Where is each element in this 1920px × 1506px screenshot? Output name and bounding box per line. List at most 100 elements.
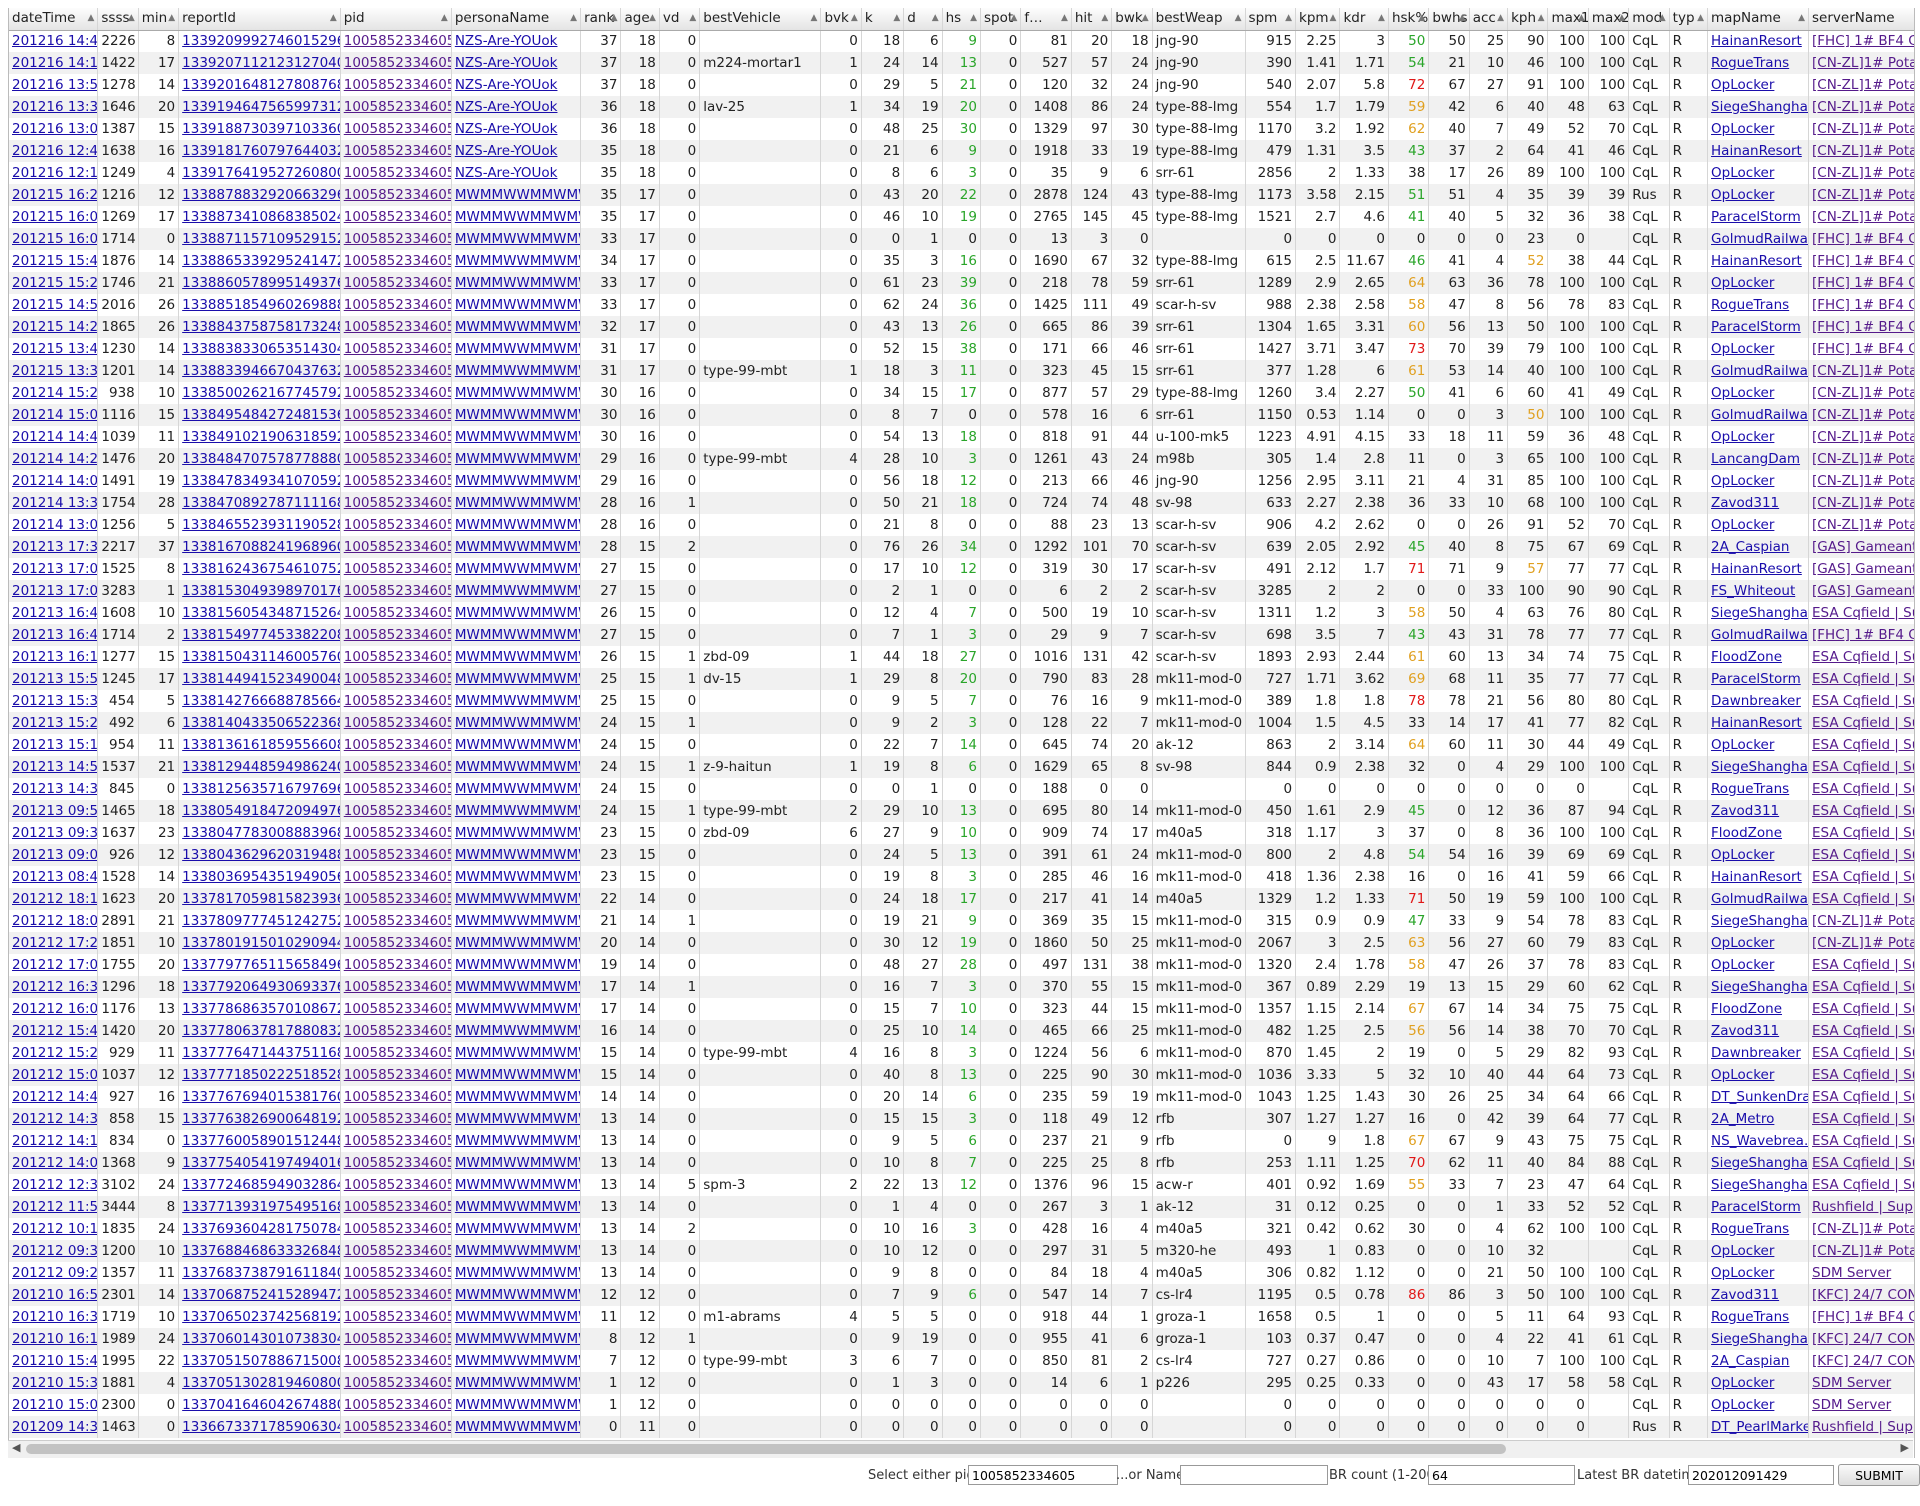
table-link[interactable]: 1337693604281750784 bbox=[182, 1221, 339, 1237]
table-link[interactable]: 201215 15:47 bbox=[12, 253, 97, 269]
table-link[interactable]: RogueTrans bbox=[1711, 297, 1789, 313]
table-link[interactable]: 1337792064930693376 bbox=[182, 979, 339, 995]
table-link[interactable]: 1336673371785906304 bbox=[182, 1419, 339, 1435]
table-link[interactable]: GolmudRailway bbox=[1711, 231, 1807, 247]
table-link[interactable]: 1337051302819460800 bbox=[182, 1375, 339, 1391]
table-link[interactable]: 201214 15:04 bbox=[12, 407, 97, 423]
table-link[interactable]: MWMMWWMMWMW bbox=[455, 297, 580, 313]
table-link[interactable]: 1005852334605 bbox=[344, 1419, 451, 1435]
table-link[interactable]: SiegeShanghai bbox=[1711, 1331, 1807, 1347]
table-link[interactable]: 1005852334605 bbox=[344, 781, 451, 797]
table-link[interactable]: MWMMWWMMWMW bbox=[455, 759, 580, 775]
table-link[interactable]: [FHC] 1# BF4 QQqun299271 bbox=[1812, 341, 1914, 357]
table-link[interactable]: 201213 14:57 bbox=[12, 759, 97, 775]
table-link[interactable]: ESA Cqfield | Supported by D bbox=[1812, 1133, 1914, 1149]
table-link[interactable]: MWMMWWMMWMW bbox=[455, 1309, 580, 1325]
table-link[interactable]: 1338142766688785664 bbox=[182, 693, 339, 709]
table-link[interactable]: 201212 18:17 bbox=[12, 891, 97, 907]
table-link[interactable]: 1337051507886715008 bbox=[182, 1353, 339, 1369]
table-link[interactable]: NZS-Are-YOUok bbox=[455, 77, 558, 93]
table-link[interactable]: OpLocker bbox=[1711, 429, 1774, 445]
table-link[interactable]: 1338047783008883968 bbox=[182, 825, 339, 841]
sort-arrow-icon[interactable]: ▲ bbox=[689, 8, 696, 29]
table-link[interactable]: [CN-ZL]1# Potato field&Frie bbox=[1812, 407, 1914, 423]
table-link[interactable]: MWMMWWMMWMW bbox=[455, 385, 580, 401]
table-link[interactable]: [CN-ZL]1# Potato field&Frie bbox=[1812, 165, 1914, 181]
sort-arrow-icon[interactable]: ▲ bbox=[1330, 8, 1337, 29]
sort-arrow-icon[interactable]: ▲ bbox=[1061, 8, 1068, 29]
table-link[interactable]: SiegeShanghai bbox=[1711, 1155, 1807, 1171]
table-link[interactable]: [CN-ZL]1# Potato field&Frie bbox=[1812, 1221, 1914, 1237]
table-link[interactable]: 1005852334605 bbox=[344, 55, 451, 71]
table-link[interactable]: [CN-ZL]1# Potato field&Frie bbox=[1812, 99, 1914, 115]
sort-arrow-icon[interactable]: ▲ bbox=[1101, 8, 1108, 29]
table-link[interactable]: MWMMWWMMWMW bbox=[455, 1155, 580, 1171]
table-link[interactable]: ESA Cqfield | Supported by D bbox=[1812, 891, 1914, 907]
table-link[interactable]: 1338484707578778880 bbox=[182, 451, 339, 467]
table-link[interactable]: 1005852334605 bbox=[344, 451, 451, 467]
table-link[interactable]: 1005852334605 bbox=[344, 605, 451, 621]
table-link[interactable]: 201212 14:02 bbox=[12, 1155, 97, 1171]
table-link[interactable]: 1339176419527260800 bbox=[182, 165, 339, 181]
table-link[interactable]: 201213 17:00 bbox=[12, 583, 97, 599]
table-link[interactable]: 1005852334605 bbox=[344, 671, 451, 687]
table-link[interactable]: FloodZone bbox=[1711, 825, 1782, 841]
table-link[interactable]: 201215 16:07 bbox=[12, 231, 97, 247]
table-link[interactable]: OpLocker bbox=[1711, 1397, 1774, 1413]
table-link[interactable]: 2A_Caspian bbox=[1711, 539, 1789, 555]
table-link[interactable]: [FHC] 1# BF4 QQqun299271 bbox=[1812, 275, 1914, 291]
name-input[interactable] bbox=[1180, 1465, 1328, 1485]
table-link[interactable]: [CN-ZL]1# Potato field&Frie bbox=[1812, 209, 1914, 225]
table-link[interactable]: 201213 09:34 bbox=[12, 825, 97, 841]
table-link[interactable]: 1338156054348715264 bbox=[182, 605, 339, 621]
table-link[interactable]: Zavod311 bbox=[1711, 803, 1779, 819]
table-link[interactable]: 1337767694015381760 bbox=[182, 1089, 339, 1105]
table-link[interactable]: HainanResort bbox=[1711, 33, 1802, 49]
table-link[interactable]: MWMMWWMMWMW bbox=[455, 407, 580, 423]
table-link[interactable]: NZS-Are-YOUok bbox=[455, 33, 558, 49]
column-header[interactable]: vd ▲ bbox=[659, 8, 701, 31]
sort-arrow-icon[interactable]: ▲ bbox=[441, 8, 448, 29]
table-link[interactable]: MWMMWWMMWMW bbox=[455, 1111, 580, 1127]
table-link[interactable]: 1338129448594986240 bbox=[182, 759, 339, 775]
table-link[interactable]: ESA Cqfield | Supported by D bbox=[1812, 781, 1914, 797]
table-link[interactable]: 1337065023742568192 bbox=[182, 1309, 339, 1325]
table-link[interactable]: ParacelStorm bbox=[1711, 1199, 1801, 1215]
table-link[interactable]: 201216 13:32 bbox=[12, 99, 97, 115]
table-link[interactable]: ESA Cqfield | Supported by D bbox=[1812, 825, 1914, 841]
table-link[interactable]: 201216 13:04 bbox=[12, 121, 97, 137]
table-link[interactable]: SDM Server bbox=[1812, 1375, 1891, 1391]
table-link[interactable]: 1005852334605 bbox=[344, 187, 451, 203]
table-link[interactable]: Dawnbreaker bbox=[1711, 1045, 1801, 1061]
sort-arrow-icon[interactable]: ▲ bbox=[1798, 8, 1805, 29]
column-header[interactable]: k ▲ bbox=[861, 8, 905, 31]
table-link[interactable]: FloodZone bbox=[1711, 1001, 1782, 1017]
table-link[interactable]: 1338150431146005760 bbox=[182, 649, 339, 665]
sort-arrow-icon[interactable]: ▲ bbox=[1285, 8, 1292, 29]
table-link[interactable]: ESA Cqfield | Supported by D bbox=[1812, 737, 1914, 753]
sort-arrow-icon[interactable]: ▲ bbox=[1010, 8, 1017, 29]
table-link[interactable]: 1005852334605 bbox=[344, 803, 451, 819]
sort-arrow-icon[interactable]: ▲ bbox=[970, 8, 977, 29]
table-link[interactable]: MWMMWWMMWMW bbox=[455, 671, 580, 687]
table-link[interactable]: Zavod311 bbox=[1711, 1023, 1779, 1039]
table-link[interactable]: 1005852334605 bbox=[344, 1243, 451, 1259]
table-link[interactable]: 1005852334605 bbox=[344, 1111, 451, 1127]
column-header[interactable]: typ ▲ bbox=[1669, 8, 1709, 31]
table-link[interactable]: 201210 15:07 bbox=[12, 1397, 97, 1413]
table-link[interactable]: OpLocker bbox=[1711, 1067, 1774, 1083]
table-link[interactable]: 1338153049398970176 bbox=[182, 583, 339, 599]
table-link[interactable]: MWMMWWMMWMW bbox=[455, 605, 580, 621]
table-link[interactable]: 201215 16:29 bbox=[12, 187, 97, 203]
table-link[interactable]: SiegeShanghai bbox=[1711, 979, 1807, 995]
sort-arrow-icon[interactable]: ▲ bbox=[1497, 8, 1504, 29]
table-link[interactable]: DT_SunkenDra… bbox=[1711, 1089, 1807, 1105]
table-link[interactable]: ESA Cqfield | Supported by D bbox=[1812, 957, 1914, 973]
table-link[interactable]: MWMMWWMMWMW bbox=[455, 341, 580, 357]
sort-arrow-icon[interactable]: ▲ bbox=[1578, 8, 1585, 29]
table-link[interactable]: [KFC] 24/7 CONQUEST LARG bbox=[1812, 1287, 1914, 1303]
table-link[interactable]: ESA Cqfield | Supported by D bbox=[1812, 1155, 1914, 1171]
table-link[interactable]: ESA Cqfield | Supported by D bbox=[1812, 1089, 1914, 1105]
column-header[interactable]: bwhs ▲ bbox=[1428, 8, 1470, 31]
table-link[interactable]: ESA Cqfield | Supported by D bbox=[1812, 1001, 1914, 1017]
